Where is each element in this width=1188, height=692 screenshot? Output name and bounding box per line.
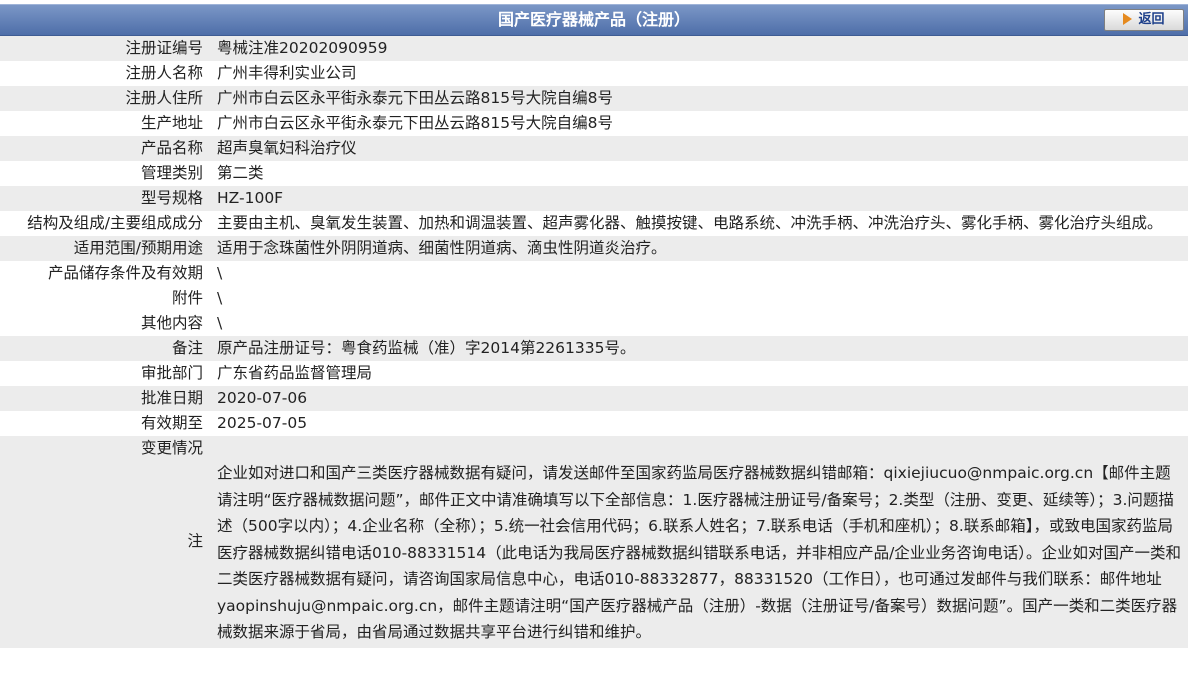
field-label: 其他内容 <box>140 314 203 332</box>
row-remarks: 备注 原产品注册证号：粤食药监械（准）字2014第2261335号。 <box>0 336 1188 361</box>
field-value: HZ-100F <box>211 186 1188 211</box>
field-value: 广州丰得利实业公司 <box>217 64 357 82</box>
field-value: 主要由主机、臭氧发生装置、加热和调温装置、超声雾化器、触摸按键、电路系统、冲洗手… <box>217 214 1163 232</box>
arrow-right-icon <box>1123 12 1133 25</box>
change-history-label: 变更情况 <box>140 439 203 457</box>
field-value: \ <box>217 264 223 282</box>
row-valid-until: 有效期至 2025-07-05 <box>0 411 1188 436</box>
field-label: 注册人住所 <box>0 86 211 111</box>
field-label: 备注 <box>0 336 211 361</box>
field-value: 2025-07-05 <box>217 414 308 432</box>
field-label: 产品名称 <box>0 136 211 161</box>
field-label: 生产地址 <box>140 114 203 132</box>
notes-label: 注 <box>187 532 203 551</box>
field-label: 注册证编号 <box>0 36 211 61</box>
row-product-name: 产品名称 超声臭氧妇科治疗仪 <box>0 136 1188 161</box>
row-intended-use: 适用范围/预期用途 适用于念珠菌性外阴阴道病、细菌性阴道病、滴虫性阴道炎治疗。 <box>0 236 1188 261</box>
row-storage-conditions: 产品储存条件及有效期 \ <box>0 261 1188 286</box>
field-label-notes: 变更情况 注 <box>0 436 211 648</box>
page-header: 国产医疗器械产品（注册） 返回 <box>0 4 1188 36</box>
field-label: 管理类别 <box>140 164 203 182</box>
row-production-address: 生产地址 广州市白云区永平街永泰元下田丛云路815号大院自编8号 <box>0 111 1188 136</box>
row-other-content: 其他内容 \ <box>0 311 1188 336</box>
back-button-label: 返回 <box>1138 12 1165 27</box>
field-value: 广东省药品监督管理局 <box>217 364 373 382</box>
notes-value: 企业如对进口和国产三类医疗器械数据有疑问，请发送邮件至国家药监局医疗器械数据纠错… <box>211 436 1188 648</box>
field-label: 产品储存条件及有效期 <box>47 264 203 282</box>
page-title: 国产医疗器械产品（注册） <box>497 10 690 29</box>
field-label: 注册人名称 <box>125 64 203 82</box>
field-value: 超声臭氧妇科治疗仪 <box>211 136 1188 161</box>
field-value: 2020-07-06 <box>211 386 1188 411</box>
field-value: 广州市白云区永平街永泰元下田丛云路815号大院自编8号 <box>217 114 613 132</box>
field-label: 型号规格 <box>0 186 211 211</box>
field-label: 有效期至 <box>140 414 203 432</box>
row-attachments: 附件 \ <box>0 286 1188 311</box>
row-registrant-address: 注册人住所 广州市白云区永平街永泰元下田丛云路815号大院自编8号 <box>0 86 1188 111</box>
field-label: 批准日期 <box>0 386 211 411</box>
field-label: 结构及组成/主要组成成分 <box>27 214 203 232</box>
field-value: \ <box>217 289 223 307</box>
row-registrant-name: 注册人名称 广州丰得利实业公司 <box>0 61 1188 86</box>
field-label: 适用范围/预期用途 <box>0 236 211 261</box>
field-value: 适用于念珠菌性外阴阴道病、细菌性阴道病、滴虫性阴道炎治疗。 <box>211 236 1188 261</box>
notes-table: 变更情况 注 企业如对进口和国产三类医疗器械数据有疑问，请发送邮件至国家药监局医… <box>0 436 1188 648</box>
row-model-spec: 型号规格 HZ-100F <box>0 186 1188 211</box>
row-notes: 变更情况 注 企业如对进口和国产三类医疗器械数据有疑问，请发送邮件至国家药监局医… <box>0 436 1188 648</box>
field-value: 广州市白云区永平街永泰元下田丛云路815号大院自编8号 <box>211 86 1188 111</box>
field-value: 第二类 <box>217 164 264 182</box>
row-approval-department: 审批部门 广东省药品监督管理局 <box>0 361 1188 386</box>
field-label: 附件 <box>171 289 203 307</box>
row-management-class: 管理类别 第二类 <box>0 161 1188 186</box>
row-structure-composition: 结构及组成/主要组成成分 主要由主机、臭氧发生装置、加热和调温装置、超声雾化器、… <box>0 211 1188 236</box>
detail-table: 注册证编号 粤械注准20202090959 注册人名称 广州丰得利实业公司 注册… <box>0 36 1188 436</box>
back-button[interactable]: 返回 <box>1104 9 1184 31</box>
field-label: 审批部门 <box>140 364 203 382</box>
field-value: \ <box>217 314 223 332</box>
row-approval-date: 批准日期 2020-07-06 <box>0 386 1188 411</box>
row-registration-number: 注册证编号 粤械注准20202090959 <box>0 36 1188 61</box>
field-value: 原产品注册证号：粤食药监械（准）字2014第2261335号。 <box>211 336 1188 361</box>
field-value: 粤械注准20202090959 <box>211 36 1188 61</box>
